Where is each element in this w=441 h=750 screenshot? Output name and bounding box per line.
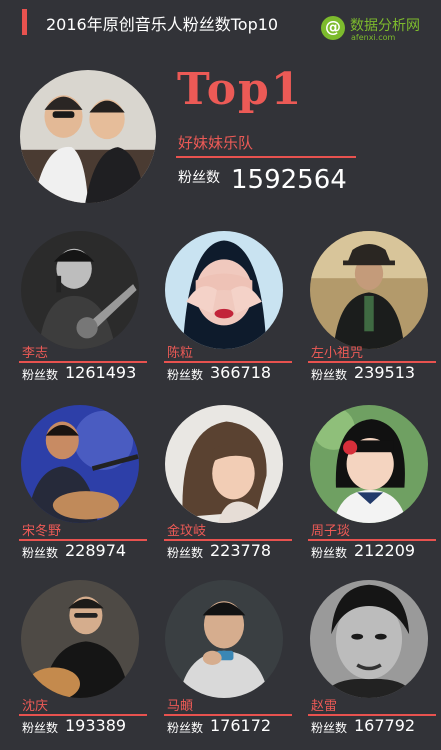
- logo-subtext: afenxi.com: [351, 33, 396, 42]
- artist-card: 赵雷 粉丝数 167792: [308, 695, 439, 750]
- artist-name: 沈庆: [22, 699, 49, 714]
- artist-name: 李志: [22, 346, 49, 361]
- fans-label: 粉丝数: [311, 721, 348, 735]
- top1-heading: Top1: [177, 64, 304, 115]
- header-accent-bar: [22, 9, 27, 35]
- fans-label: 粉丝数: [22, 368, 59, 382]
- artist-name: 金玟岐: [167, 524, 207, 539]
- fans-label: 粉丝数: [167, 546, 204, 560]
- fans-count: 212209: [354, 541, 416, 560]
- artist-photo-chenli: [165, 231, 283, 349]
- artist-photo-songdongye: [21, 405, 139, 523]
- top1-fans-count: 1592564: [231, 165, 347, 195]
- artist-card: 左小祖咒 粉丝数 239513: [308, 342, 439, 397]
- fans-label: 粉丝数: [167, 721, 204, 735]
- artist-photo-zuoxiaozuzhou: [310, 231, 428, 349]
- artist-photo-madi: [165, 580, 283, 698]
- artist-name: 左小祖咒: [311, 346, 364, 361]
- artist-name: 陈粒: [167, 346, 194, 361]
- artist-card: 金玟岐 粉丝数 223778: [164, 520, 295, 575]
- fans-count: 366718: [210, 363, 272, 382]
- top1-fans-label: 粉丝数: [178, 170, 220, 186]
- artist-photo-lizhi: [21, 231, 139, 349]
- artist-photo-shenqing: [21, 580, 139, 698]
- fans-count: 176172: [210, 716, 272, 735]
- artist-card: 马頔 粉丝数 176172: [164, 695, 295, 750]
- artist-card: 周子琰 粉丝数 212209: [308, 520, 439, 575]
- top1-divider: [176, 156, 356, 158]
- artist-name: 赵雷: [311, 699, 338, 714]
- fans-label: 粉丝数: [22, 721, 59, 735]
- site-logo[interactable]: @ 数据分析网 afenxi.com: [321, 12, 433, 46]
- fans-count: 193389: [65, 716, 127, 735]
- fans-count: 1261493: [65, 363, 137, 382]
- artist-name: 马頔: [167, 699, 194, 714]
- artist-card: 沈庆 粉丝数 193389: [19, 695, 150, 750]
- fans-label: 粉丝数: [311, 546, 348, 560]
- artist-name: 周子琰: [311, 524, 351, 539]
- logo-mark-icon: @: [321, 16, 345, 40]
- top1-name: 好妹妹乐队: [178, 134, 254, 152]
- fans-count: 223778: [210, 541, 272, 560]
- fans-label: 粉丝数: [22, 546, 59, 560]
- page-title: 2016年原创音乐人粉丝数Top10: [46, 15, 279, 34]
- artist-photo-jinwenqi: [165, 405, 283, 523]
- fans-count: 228974: [65, 541, 127, 560]
- top1-photo: [20, 70, 156, 203]
- artist-card: 宋冬野 粉丝数 228974: [19, 520, 150, 575]
- fans-count: 239513: [354, 363, 416, 382]
- fans-count: 167792: [354, 716, 416, 735]
- artist-card: 陈粒 粉丝数 366718: [164, 342, 295, 397]
- artist-card: 李志 粉丝数 1261493: [19, 342, 150, 397]
- artist-name: 宋冬野: [22, 524, 62, 539]
- fans-label: 粉丝数: [311, 368, 348, 382]
- artist-photo-zhaolei: [310, 580, 428, 698]
- logo-text: 数据分析网: [350, 18, 420, 34]
- fans-label: 粉丝数: [167, 368, 204, 382]
- artist-photo-zhouziyan: [310, 405, 428, 523]
